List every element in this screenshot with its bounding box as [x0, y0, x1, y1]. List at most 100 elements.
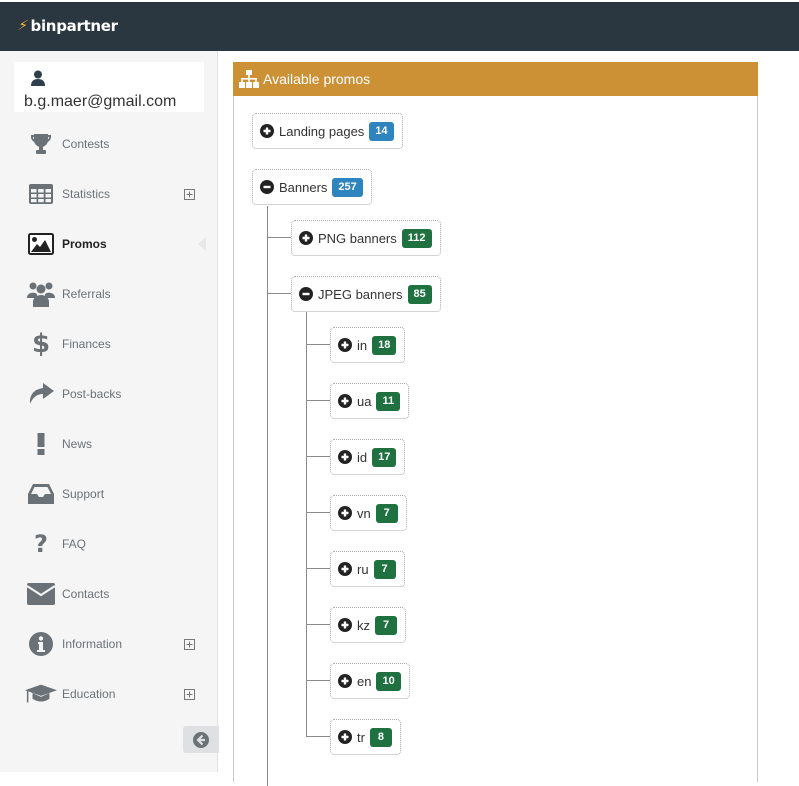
sidebar-item-label: Promos	[62, 237, 107, 251]
trophy-icon	[25, 130, 57, 158]
sidebar-item-post-backs[interactable]: Post-backs	[0, 374, 218, 414]
plus-circle-icon[interactable]	[338, 562, 352, 576]
sidebar-item-finances[interactable]: $ Finances	[0, 324, 218, 364]
sidebar-item-news[interactable]: News	[0, 424, 218, 464]
tree-connector	[306, 312, 307, 737]
tree-connector	[306, 568, 330, 569]
tree-node-language[interactable]: id 17	[330, 439, 406, 475]
arrow-circle-left-icon	[193, 731, 209, 748]
node-label: tr	[357, 729, 365, 745]
plus-circle-icon[interactable]	[338, 338, 352, 352]
tree-node-language[interactable]: vn 7	[330, 495, 407, 531]
brand-name: binpartner	[30, 17, 119, 35]
panel-header: Available promos	[233, 62, 758, 96]
tree-node-language[interactable]: ua 11	[330, 383, 410, 419]
minus-circle-icon[interactable]	[299, 287, 313, 301]
node-label: ru	[357, 561, 369, 577]
exclamation-icon	[25, 430, 57, 458]
count-badge: 85	[407, 284, 432, 304]
brand-logo[interactable]: ⚡︎ binpartner	[16, 17, 119, 35]
plus-circle-icon[interactable]	[338, 730, 352, 744]
plus-circle-icon[interactable]	[338, 674, 352, 688]
node-label: JPEG banners	[318, 286, 403, 302]
plus-circle-icon[interactable]	[299, 231, 313, 245]
users-icon	[25, 280, 57, 308]
count-badge: 7	[375, 615, 397, 635]
tree-node-jpeg-banners[interactable]: JPEG banners 85	[291, 276, 441, 312]
tree-node-png-banners[interactable]: PNG banners 112	[291, 220, 441, 256]
tree-connector	[306, 344, 330, 345]
tree-node-landing-pages[interactable]: Landing pages 14	[252, 113, 403, 149]
user-profile[interactable]: b.g.maer@gmail.com	[14, 62, 204, 112]
sidebar-item-statistics[interactable]: Statistics	[0, 174, 218, 214]
count-badge: 10	[376, 671, 401, 691]
graduation-cap-icon	[25, 680, 57, 708]
share-icon	[25, 380, 57, 408]
plus-circle-icon[interactable]	[260, 124, 274, 138]
sidebar-item-faq[interactable]: ? FAQ	[0, 524, 218, 564]
sidebar-item-label: Finances	[62, 337, 111, 351]
plus-circle-icon[interactable]	[338, 450, 352, 464]
count-badge: 18	[372, 335, 397, 355]
sidebar-item-contacts[interactable]: Contacts	[0, 574, 218, 614]
tree-node-language[interactable]: in 18	[330, 327, 406, 363]
tree-connector	[306, 680, 330, 681]
question-icon: ?	[34, 530, 48, 558]
tree-connector	[306, 400, 330, 401]
panel-title: Available promos	[263, 71, 371, 87]
node-label: vn	[357, 505, 371, 521]
sidebar-item-education[interactable]: Education	[0, 674, 218, 714]
count-badge: 8	[369, 727, 392, 747]
plus-circle-icon[interactable]	[338, 394, 352, 408]
count-badge: 11	[376, 391, 401, 411]
minus-circle-icon[interactable]	[260, 180, 274, 194]
image-icon	[25, 230, 57, 258]
node-label: in	[357, 337, 368, 353]
promos-panel: Available promos Landing pages 14 Banner…	[233, 62, 758, 786]
tree-connector	[306, 624, 330, 625]
tree-node-language[interactable]: en 10	[330, 663, 410, 699]
tree-connector	[267, 293, 291, 294]
sidebar-item-promos[interactable]: Promos	[0, 224, 218, 264]
sidebar-item-label: Post-backs	[62, 387, 122, 401]
sidebar: b.g.maer@gmail.com Contests Statistics P…	[0, 51, 219, 772]
envelope-icon	[25, 580, 57, 608]
tree-node-language[interactable]: tr 8	[330, 719, 401, 755]
sidebar-item-label: FAQ	[62, 537, 87, 551]
expand-icon[interactable]	[184, 188, 195, 200]
count-badge: 112	[401, 228, 432, 248]
sidebar-item-label: Support	[62, 487, 105, 501]
user-icon	[31, 70, 45, 86]
collapse-sidebar-button[interactable]	[183, 726, 219, 753]
sidebar-item-support[interactable]: Support	[0, 474, 218, 514]
tree-connector	[306, 456, 330, 457]
sidebar-item-label: Contests	[62, 137, 110, 151]
user-email: b.g.maer@gmail.com	[24, 93, 177, 110]
sidebar-item-label: Information	[62, 637, 123, 651]
tree-node-banners[interactable]: Banners 257	[252, 169, 372, 205]
tree-connector	[306, 736, 330, 737]
sidebar-item-referrals[interactable]: Referrals	[0, 274, 218, 314]
tree-connector	[267, 237, 291, 238]
info-icon	[25, 630, 57, 658]
sidebar-item-information[interactable]: Information	[0, 624, 218, 664]
tree-node-language[interactable]: kz 7	[330, 607, 406, 643]
inbox-icon	[25, 480, 57, 508]
count-badge: 14	[369, 121, 394, 141]
active-indicator	[198, 237, 206, 251]
table-icon	[25, 180, 57, 208]
count-badge: 257	[332, 177, 363, 197]
sidebar-item-label: Statistics	[62, 187, 111, 201]
tree-node-language[interactable]: ru 7	[330, 551, 405, 587]
dollar-icon: $	[31, 329, 51, 359]
expand-icon[interactable]	[184, 638, 195, 650]
node-label: ua	[357, 393, 372, 409]
count-badge: 7	[373, 559, 396, 579]
sidebar-item-label: Education	[62, 687, 116, 701]
plus-circle-icon[interactable]	[338, 618, 352, 632]
sidebar-item-contests[interactable]: Contests	[0, 124, 218, 164]
plus-circle-icon[interactable]	[338, 506, 352, 520]
sidebar-item-label: News	[62, 437, 93, 451]
expand-icon[interactable]	[184, 688, 195, 700]
node-label: id	[357, 449, 368, 465]
